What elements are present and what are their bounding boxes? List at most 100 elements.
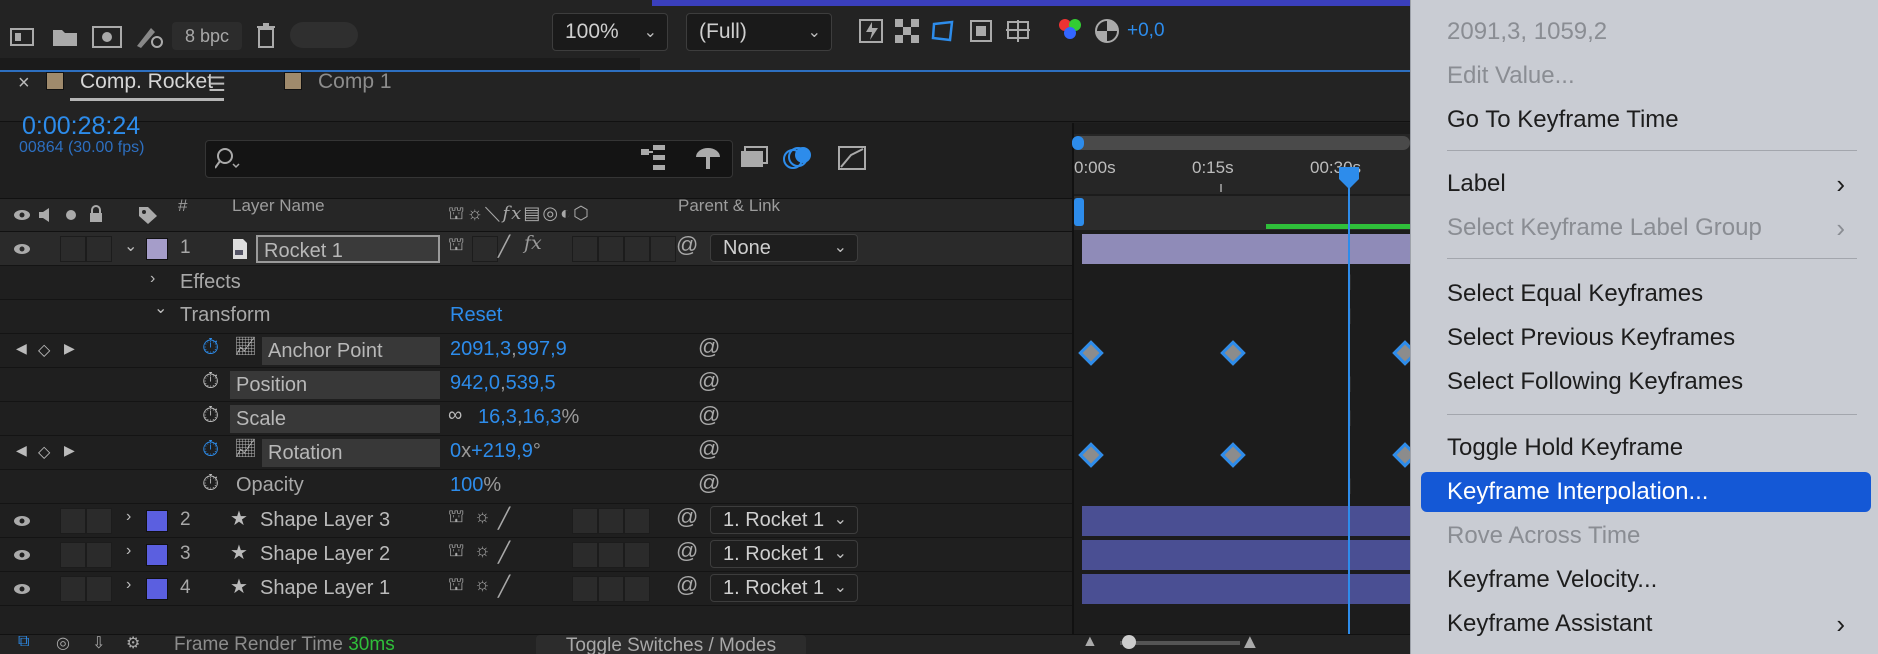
close-tab-icon[interactable]: ×	[18, 72, 30, 95]
position-value[interactable]: 942,0,539,5	[450, 372, 556, 395]
chevron-down-icon[interactable]: ⌄	[124, 236, 137, 256]
tab-menu-icon[interactable]: ☰	[208, 72, 226, 97]
layer-name[interactable]: Shape Layer 1	[260, 577, 390, 600]
scale-value[interactable]: 16,3,16,3%	[478, 406, 579, 429]
lock-switch[interactable]	[86, 236, 112, 262]
work-area-bar[interactable]	[1074, 196, 1410, 230]
eye-icon[interactable]	[12, 580, 32, 598]
menu-item-select-equal-keyframes[interactable]: Select Equal Keyframes	[1437, 274, 1857, 314]
layer-color-label[interactable]	[146, 578, 168, 600]
layer-row-shape-layer-3[interactable]: › 2 ★ Shape Layer 3 ⛫ ☼ ╱ @ 1. Rocket 1 …	[0, 504, 1072, 538]
frame-blend-switch[interactable]	[572, 508, 598, 534]
lock-switch[interactable]	[86, 576, 112, 602]
layer-name[interactable]: Shape Layer 2	[260, 543, 390, 566]
anchor-x[interactable]: 2091,3	[450, 338, 511, 360]
chevron-right-icon[interactable]: ›	[126, 576, 131, 594]
effects-switch-icon[interactable]: fx	[524, 232, 542, 254]
next-keyframe-icon[interactable]: ▶	[64, 442, 75, 459]
resolution-dropdown[interactable]: (Full) ⌄	[686, 13, 832, 51]
composition-mini-flowchart-icon[interactable]	[638, 142, 670, 174]
zoom-out-mountain-icon[interactable]: ▲	[1082, 633, 1098, 651]
layer-bar-shape-layer-3[interactable]	[1082, 506, 1410, 536]
color-management-icon[interactable]	[1092, 16, 1122, 46]
anchor-point-value[interactable]: 2091,3,997,9	[450, 338, 567, 361]
collapse-sun-icon[interactable]: ☼	[474, 574, 491, 595]
stopwatch-icon[interactable]: ⏱	[202, 470, 219, 496]
add-keyframe-icon[interactable]: ◇	[38, 340, 50, 360]
current-time-indicator-handle[interactable]	[1338, 166, 1360, 190]
frame-blending-icon[interactable]	[738, 142, 770, 174]
opacity-value[interactable]: 100%	[450, 474, 501, 497]
frame-blend-switch[interactable]	[572, 236, 598, 262]
property-row-position[interactable]: ⏱ Position 942,0,539,5 @	[0, 368, 1072, 402]
solo-switch[interactable]	[60, 542, 86, 568]
work-area-start-handle[interactable]	[1074, 198, 1084, 226]
adjustment-switch[interactable]	[624, 576, 650, 602]
solo-switch[interactable]	[60, 576, 86, 602]
pick-whip-icon[interactable]: @	[698, 368, 720, 394]
render-time-icon[interactable]: ⚙	[126, 633, 140, 653]
layer-color-label[interactable]	[146, 510, 168, 532]
shy-switch-icon[interactable]: ⛫	[448, 506, 465, 530]
chevron-down-icon[interactable]: ⌄	[154, 298, 167, 318]
menu-item-toggle-hold-keyframe[interactable]: Toggle Hold Keyframe	[1437, 428, 1857, 468]
3d-layer-icon[interactable]: ⬡	[573, 203, 591, 223]
solo-dot-icon[interactable]	[62, 205, 80, 225]
parent-dropdown[interactable]: 1. Rocket 1 ⌄	[710, 574, 858, 602]
parent-dropdown[interactable]: 1. Rocket 1 ⌄	[710, 506, 858, 534]
new-folder-icon[interactable]	[50, 24, 80, 50]
menu-item-go-to-keyframe-time[interactable]: Go To Keyframe Time	[1437, 100, 1857, 140]
stopwatch-icon[interactable]: ⏱	[202, 334, 219, 360]
layer-bar-shape-layer-2[interactable]	[1082, 540, 1410, 570]
layer-color-label[interactable]	[146, 238, 168, 260]
navigator-start-handle[interactable]	[1072, 136, 1084, 150]
current-timecode[interactable]: 0:00:28:24	[22, 112, 140, 141]
collapse-sun-icon[interactable]: ☼	[467, 203, 486, 223]
motion-blur-switch-icon[interactable]: ◎	[542, 203, 560, 223]
shy-switch-icon[interactable]: ⛫	[448, 234, 465, 258]
mask-visibility-icon[interactable]	[928, 16, 958, 46]
transform-group-row[interactable]: ⌄ Transform Reset	[0, 300, 1072, 334]
property-row-anchor-point[interactable]: ◀ ◇ ▶ ⏱ 📈︎ Anchor Point 2091,3,997,9 @	[0, 334, 1072, 368]
adjustment-layer-icon[interactable]: ◐	[560, 203, 573, 223]
quality-slash-icon[interactable]: ╱	[498, 540, 510, 565]
column-layer-name[interactable]: Layer Name	[232, 196, 325, 216]
opacity-number[interactable]: 100	[450, 474, 483, 496]
frame-blend-switch[interactable]	[572, 576, 598, 602]
layer-row-shape-layer-1[interactable]: › 4 ★ Shape Layer 1 ⛫ ☼ ╱ @ 1. Rocket 1 …	[0, 572, 1072, 606]
menu-item-label[interactable]: Label ›	[1437, 164, 1857, 204]
motion-blur-switch[interactable]	[598, 236, 624, 262]
frame-blend-icon[interactable]: ▤	[523, 203, 542, 223]
color-channels-icon[interactable]	[1054, 14, 1086, 48]
menu-item-keyframe-velocity[interactable]: Keyframe Velocity...	[1437, 560, 1857, 600]
menu-item-select-following-keyframes[interactable]: Select Following Keyframes	[1437, 362, 1857, 402]
tab-comp-rocket[interactable]: Comp. Rocket	[80, 70, 213, 94]
interpret-footage-icon[interactable]	[8, 24, 38, 50]
flowchart-toggle[interactable]	[290, 22, 358, 48]
lock-switch[interactable]	[86, 542, 112, 568]
draft-3d-icon[interactable]	[692, 142, 724, 174]
label-tag-icon[interactable]	[136, 204, 160, 226]
chevron-right-icon[interactable]: ›	[126, 542, 131, 560]
property-row-rotation[interactable]: ◀ ◇ ▶ ⏱ 📈︎ Rotation 0x+219,9° @	[0, 436, 1072, 470]
adjustment-switch[interactable]	[624, 236, 650, 262]
project-settings-icon[interactable]	[132, 22, 166, 50]
constrain-proportions-link-icon[interactable]: ∞	[448, 404, 462, 427]
fast-previews-icon[interactable]	[856, 16, 886, 46]
eye-icon[interactable]	[12, 240, 32, 258]
menu-item-rove-across-time[interactable]: Rove Across Time	[1437, 516, 1857, 556]
zoom-in-mountain-icon[interactable]: ▲	[1240, 631, 1260, 654]
quality-slash-icon[interactable]: ╱	[498, 574, 510, 599]
pick-whip-icon[interactable]: @	[676, 504, 698, 530]
parent-dropdown[interactable]: None ⌄	[710, 234, 858, 262]
prev-keyframe-icon[interactable]: ◀	[16, 442, 27, 459]
parent-dropdown[interactable]: 1. Rocket 1 ⌄	[710, 540, 858, 568]
video-eye-icon[interactable]	[12, 205, 32, 225]
stopwatch-icon[interactable]: ⏱	[202, 436, 219, 462]
chevron-right-icon[interactable]: ›	[126, 508, 131, 526]
prev-keyframe-icon[interactable]: ◀	[16, 340, 27, 357]
layer-name-field[interactable]: Rocket 1	[256, 235, 440, 263]
column-parent-link[interactable]: Parent & Link	[678, 196, 780, 216]
reset-link[interactable]: Reset	[450, 304, 502, 327]
zoom-dropdown[interactable]: 100% ⌄	[552, 13, 668, 51]
